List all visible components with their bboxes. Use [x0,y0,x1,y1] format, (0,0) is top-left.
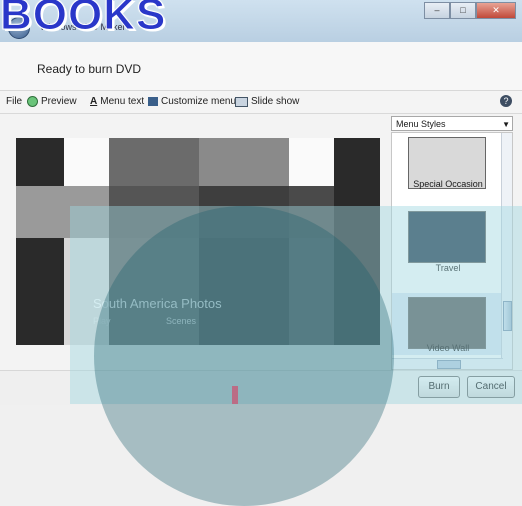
style-item-video-wall[interactable]: Video Wall [392,293,504,355]
minimize-button[interactable]: – [424,2,450,19]
dvd-maker-window: Windows DVD Maker – □ ✕ BOOKS Ready to b… [0,0,522,506]
style-label: Video Wall [426,343,470,353]
menu-styles-label: Menu Styles [396,119,446,129]
style-label: Special Occasion [413,179,483,189]
disc-title-text[interactable]: South America Photos [93,296,222,311]
horizontal-scrollbar[interactable] [392,358,503,369]
maximize-button[interactable]: □ [450,2,476,19]
scroll-thumb[interactable] [437,360,461,369]
text-a-icon: A [90,96,98,107]
style-item-travel[interactable]: Travel [392,211,504,281]
play-menu-item[interactable]: Play [93,316,111,326]
watermark-mark [232,386,238,404]
help-icon[interactable]: ? [500,95,512,107]
menu-text-button[interactable]: A Menu text [90,96,144,107]
style-label: Travel [435,263,461,273]
scroll-thumb[interactable] [503,301,512,331]
customize-menu-label: Customize menu [161,96,237,107]
menu-text-label: Menu text [100,96,145,107]
window-controls: – □ ✕ [424,2,516,19]
vertical-scrollbar[interactable] [501,133,512,369]
burn-button[interactable]: Burn [418,376,460,398]
slideshow-icon [235,96,248,107]
status-heading: Ready to burn DVD [37,62,142,76]
cancel-button[interactable]: Cancel [467,376,515,398]
menu-styles-list[interactable]: Special Occasion Travel Video Wall [391,132,513,370]
style-item-special-occasion[interactable]: Special Occasion [392,133,504,191]
preview-button[interactable]: Preview [27,96,77,107]
style-thumbnail [408,297,486,349]
close-button[interactable]: ✕ [476,2,516,19]
menu-preview [16,138,380,345]
toolbar: File Preview A Menu text Customize menu … [0,91,522,114]
customize-menu-button[interactable]: Customize menu [148,96,236,107]
file-menu[interactable]: File [6,96,22,107]
preview-label: Preview [41,96,77,107]
menu-styles-dropdown[interactable]: Menu Styles ▼ [391,116,513,131]
dropdown-arrow-icon: ▼ [502,120,510,129]
style-thumbnail [408,211,486,263]
watermark-logo: BOOKS [0,0,167,40]
customize-icon [148,97,158,106]
slide-show-button[interactable]: Slide show [235,96,299,107]
preview-icon [27,96,38,107]
slide-show-label: Slide show [251,96,300,107]
header-panel: Ready to burn DVD [0,42,522,91]
scenes-menu-item[interactable]: Scenes [166,316,196,326]
file-label: File [6,96,23,107]
